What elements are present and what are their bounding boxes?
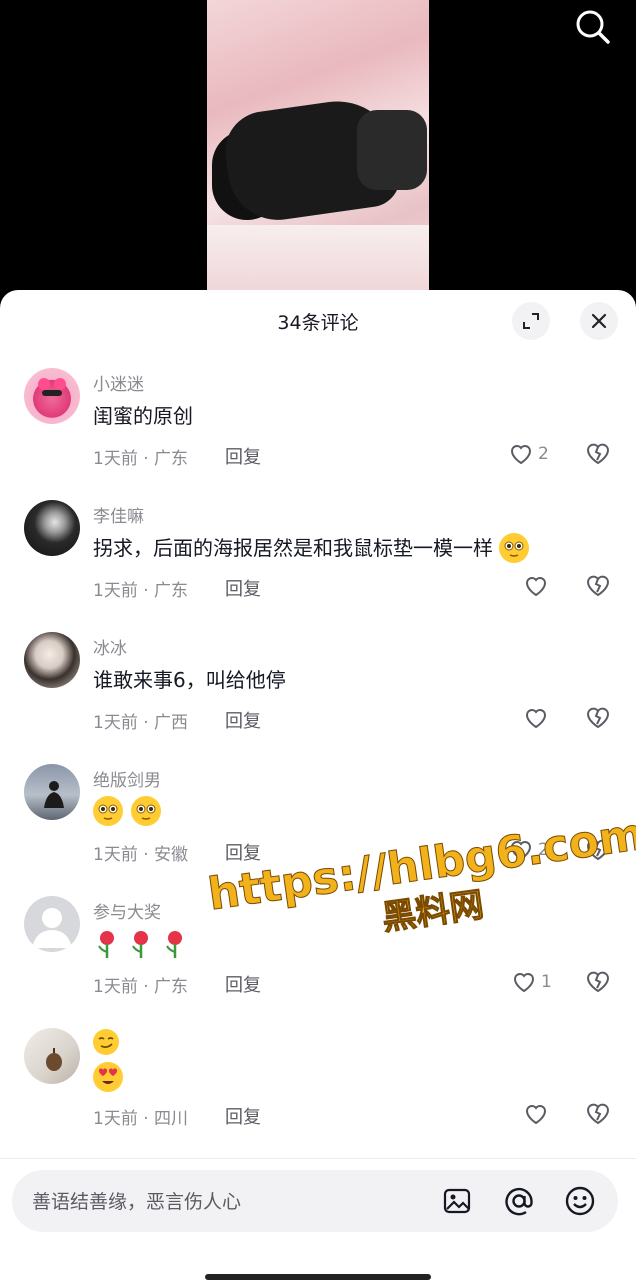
comment-meta: 1天前 · 广东 [93, 449, 189, 469]
comment-text: 拐求，后面的海报居然是和我鼠标垫一模一样 [93, 532, 530, 565]
default-user-icon [32, 908, 72, 948]
reply-button[interactable]: 回复 [225, 1103, 261, 1129]
comment-item: 李佳嘛 拐求，后面的海报居然是和我鼠标垫一模一样 1天前 · 广东 回复 [0, 500, 636, 630]
avatar[interactable] [24, 896, 80, 952]
reply-button[interactable]: 回复 [225, 707, 261, 733]
like-button[interactable]: 1 [511, 967, 552, 997]
comment-text: 谁敢来事6，叫给他停 [93, 668, 286, 692]
reply-button[interactable]: 回复 [225, 971, 261, 997]
heart-icon [525, 1105, 547, 1125]
like-count: 1 [541, 972, 552, 992]
like-button[interactable]: 2 [508, 439, 549, 469]
comment-text [93, 796, 162, 826]
like-button[interactable] [523, 1099, 549, 1129]
broken-heart-icon [586, 707, 610, 729]
video-area[interactable] [0, 0, 636, 300]
comment-text: 闺蜜的原创 [93, 404, 193, 428]
comment-sheet: 34条评论 小迷迷 闺蜜的原创 1天前 · 广东 回复 2 李佳嘛 拐求，后面的… [0, 290, 636, 1280]
home-indicator [205, 1274, 431, 1280]
rose-emoji-icon [98, 931, 182, 958]
heart-icon [513, 973, 535, 993]
comment-item: 1天前 · 四川 回复 [0, 1028, 636, 1158]
expand-button[interactable] [512, 302, 550, 340]
username[interactable]: 参与大奖 [93, 898, 161, 923]
comment-item: 冰冰 谁敢来事6，叫给他停 1天前 · 广西 回复 [0, 632, 636, 762]
expand-icon [523, 313, 539, 329]
username[interactable]: 小迷迷 [93, 370, 144, 395]
comment-input[interactable]: 善语结善缘，恶言伤人心 [12, 1170, 618, 1232]
heart-icon [525, 709, 547, 729]
broken-heart-icon [586, 575, 610, 597]
pinecone-icon [46, 1048, 62, 1071]
comment-meta: 1天前 · 广东 [93, 977, 189, 997]
comment-input-placeholder: 善语结善缘，恶言伤人心 [32, 1191, 242, 1213]
smirk-emoji-icon [93, 1028, 119, 1055]
avatar[interactable] [24, 1028, 80, 1084]
dislike-button[interactable] [583, 966, 613, 996]
dislike-button[interactable] [583, 702, 613, 732]
comment-text-content: 拐求，后面的海报居然是和我鼠标垫一模一样 [93, 536, 493, 560]
comment-meta: 1天前 · 广东 [93, 581, 189, 601]
username[interactable]: 李佳嘛 [93, 502, 144, 527]
dislike-button[interactable] [583, 438, 613, 468]
flushed-emoji-icon [131, 796, 162, 826]
avatar[interactable] [24, 368, 80, 424]
video-floor [207, 225, 429, 300]
username[interactable]: 绝版剑男 [93, 766, 161, 791]
comment-text-line2 [93, 1062, 123, 1092]
flushed-emoji-icon [499, 532, 530, 563]
avatar[interactable] [24, 632, 80, 688]
comment-meta: 1天前 · 广西 [93, 713, 189, 733]
flushed-emoji-icon [93, 796, 123, 826]
avatar[interactable] [24, 764, 80, 820]
search-icon[interactable] [570, 4, 614, 48]
reply-button[interactable]: 回复 [225, 839, 261, 865]
comment-text [93, 926, 203, 965]
heart-eyes-emoji-icon [93, 1062, 123, 1092]
like-button[interactable] [523, 571, 549, 601]
like-count: 2 [538, 444, 549, 464]
dislike-button[interactable] [583, 1098, 613, 1128]
username[interactable]: 冰冰 [93, 634, 127, 659]
comment-text [93, 1028, 119, 1055]
close-button[interactable] [580, 302, 618, 340]
dislike-button[interactable] [583, 570, 613, 600]
heart-icon [510, 445, 532, 465]
broken-heart-icon [586, 971, 610, 993]
comment-meta: 1天前 · 安徽 [93, 845, 189, 865]
reply-button[interactable]: 回复 [225, 575, 261, 601]
comment-item: 小迷迷 闺蜜的原创 1天前 · 广东 回复 2 [0, 368, 636, 498]
image-icon[interactable] [442, 1186, 472, 1220]
reply-button[interactable]: 回复 [225, 443, 261, 469]
video-thumbnail[interactable] [207, 0, 429, 300]
divider [0, 1158, 636, 1159]
comment-meta: 1天前 · 四川 [93, 1109, 189, 1129]
broken-heart-icon [586, 1103, 610, 1125]
heart-icon [525, 577, 547, 597]
mention-icon[interactable] [503, 1185, 535, 1221]
video-figure-legs [357, 110, 427, 190]
close-icon [591, 313, 607, 329]
like-button[interactable] [523, 703, 549, 733]
avatar[interactable] [24, 500, 80, 556]
emoji-icon[interactable] [564, 1185, 596, 1221]
broken-heart-icon [586, 443, 610, 465]
